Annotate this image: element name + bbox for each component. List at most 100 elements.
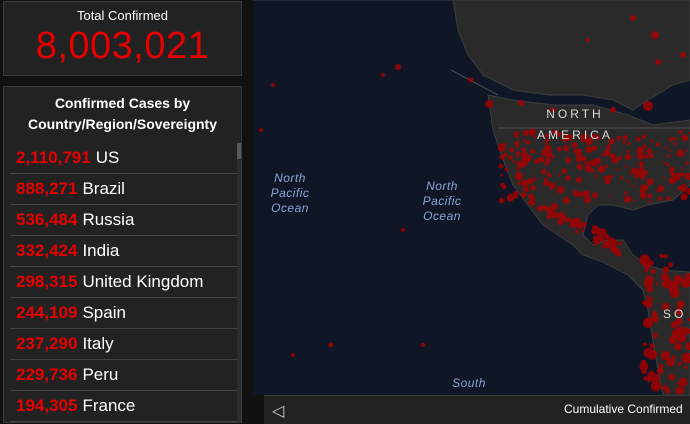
chevron-left-icon[interactable]: ◁	[272, 401, 284, 421]
list-item[interactable]: 536,484 Russia	[10, 205, 238, 236]
case-marker	[666, 163, 670, 167]
case-marker	[395, 64, 401, 70]
list-item[interactable]: 298,315 United Kingdom	[10, 267, 238, 298]
case-marker	[527, 155, 531, 159]
case-marker	[576, 163, 583, 170]
list-scrollbar[interactable]	[237, 143, 241, 422]
region-label-north-america: NORTH AMERICA	[537, 107, 613, 142]
list-item[interactable]: 229,736 Peru	[10, 360, 238, 391]
case-marker	[259, 128, 263, 132]
alaska-land	[253, 0, 690, 111]
case-marker	[291, 353, 295, 357]
case-marker	[681, 166, 684, 170]
case-marker	[597, 165, 606, 173]
case-marker	[647, 277, 653, 283]
case-marker	[642, 144, 647, 149]
case-marker	[664, 176, 667, 179]
case-marker	[543, 179, 550, 186]
map-canvas	[253, 0, 690, 395]
case-count: 888,271	[16, 179, 78, 198]
world-map[interactable]: North Pacific Ocean North Pacific Ocean …	[253, 0, 690, 395]
case-marker	[584, 160, 588, 165]
case-marker	[652, 332, 658, 339]
list-item[interactable]: 888,271 Brazil	[10, 174, 238, 205]
case-marker	[599, 152, 602, 156]
case-marker	[658, 253, 664, 259]
list-item[interactable]: 2,110,791 US	[10, 143, 238, 174]
country-name: Russia	[82, 210, 135, 229]
case-count: 229,736	[16, 365, 78, 384]
case-marker	[572, 190, 580, 197]
list-item[interactable]: 244,109 Spain	[10, 298, 238, 329]
case-marker	[506, 193, 515, 202]
case-count: 244,109	[16, 303, 78, 322]
case-marker	[501, 184, 507, 190]
case-marker	[271, 83, 275, 87]
case-marker	[630, 15, 636, 21]
case-marker	[677, 381, 682, 386]
case-marker	[499, 154, 506, 160]
case-marker	[655, 282, 659, 286]
case-marker	[514, 195, 518, 199]
case-marker	[583, 196, 592, 204]
case-marker	[664, 145, 668, 149]
case-marker	[498, 197, 505, 204]
case-marker	[638, 161, 644, 167]
case-marker	[668, 261, 674, 268]
case-marker	[646, 372, 654, 380]
list-item[interactable]: 237,290 Italy	[10, 329, 238, 360]
case-marker	[643, 299, 653, 309]
case-marker	[655, 59, 661, 65]
total-confirmed-value: 8,003,021	[35, 25, 210, 67]
case-marker	[518, 100, 524, 106]
case-marker	[556, 146, 562, 152]
case-marker	[603, 240, 611, 249]
case-marker	[546, 172, 552, 178]
case-marker	[504, 167, 509, 172]
case-marker	[668, 168, 674, 174]
case-marker	[514, 140, 520, 146]
case-marker	[608, 241, 612, 245]
case-marker	[537, 207, 541, 211]
case-marker	[636, 153, 640, 156]
tab-cumulative-confirmed[interactable]: Cumulative Confirmed	[564, 402, 683, 416]
case-marker	[643, 101, 653, 111]
case-marker	[663, 161, 666, 165]
case-marker	[648, 200, 652, 203]
case-marker	[662, 266, 670, 273]
case-marker	[604, 178, 611, 185]
list-item[interactable]: 332,424 India	[10, 236, 238, 267]
ocean-label-north-pacific-west: North Pacific Ocean	[270, 171, 310, 215]
case-marker	[401, 228, 405, 232]
case-marker	[619, 176, 623, 180]
case-marker	[515, 151, 520, 156]
case-count: 298,315	[16, 272, 78, 291]
list-item[interactable]: 194,305 France	[10, 391, 238, 422]
case-marker	[565, 218, 570, 222]
case-marker	[624, 153, 632, 161]
case-marker	[677, 336, 682, 341]
case-marker	[681, 134, 689, 142]
case-marker	[669, 149, 672, 152]
case-count: 194,305	[16, 396, 78, 415]
country-name: India	[82, 241, 120, 260]
list-scrollbar-thumb[interactable]	[237, 143, 241, 159]
case-marker	[643, 376, 648, 381]
case-marker	[520, 191, 527, 198]
case-marker	[632, 184, 635, 187]
case-marker	[515, 135, 519, 139]
case-marker	[646, 178, 654, 186]
case-marker	[650, 269, 656, 275]
case-marker	[651, 310, 658, 317]
total-confirmed-label: Total Confirmed	[76, 8, 169, 23]
case-marker	[643, 347, 653, 358]
country-name: Spain	[82, 303, 126, 322]
case-marker	[381, 73, 385, 77]
case-marker	[516, 161, 521, 166]
case-marker	[624, 191, 628, 195]
case-marker	[575, 155, 583, 163]
country-name: Peru	[82, 365, 119, 384]
case-marker	[674, 342, 682, 351]
case-marker	[587, 160, 592, 165]
case-marker	[522, 138, 526, 142]
